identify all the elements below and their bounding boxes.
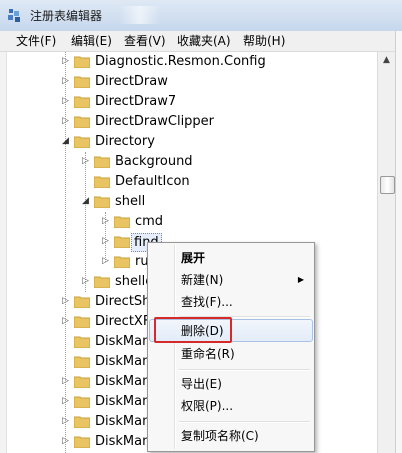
expand-icon[interactable]: ▷ bbox=[61, 317, 70, 326]
tree-item-label[interactable]: DiskMan bbox=[93, 373, 152, 390]
collapse-icon[interactable]: ◢ bbox=[61, 137, 70, 146]
menu-bar: 文件(F) 编辑(E) 查看(V) 收藏夹(A) 帮助(H) bbox=[0, 31, 402, 52]
folder-icon bbox=[74, 296, 90, 308]
expand-icon[interactable]: ▷ bbox=[61, 397, 70, 406]
vertical-scrollbar[interactable]: ▲ bbox=[377, 52, 395, 453]
expand-icon[interactable]: ▷ bbox=[101, 237, 110, 246]
folder-icon bbox=[114, 236, 130, 248]
folder-icon bbox=[74, 376, 90, 388]
menu-item-find[interactable]: 查找(F)... bbox=[150, 291, 312, 313]
folder-icon bbox=[74, 396, 90, 408]
title-bar: 注册表编辑器 bbox=[0, 0, 402, 31]
menu-item-expand[interactable]: 展开 bbox=[150, 247, 312, 269]
folder-icon bbox=[74, 436, 90, 448]
folder-icon bbox=[94, 176, 110, 188]
folder-icon bbox=[74, 416, 90, 428]
highlight-box bbox=[154, 317, 232, 343]
tree-item-label[interactable]: DiskMan bbox=[93, 413, 152, 430]
menu-item-export[interactable]: 导出(E) bbox=[150, 373, 312, 395]
tree-item-label[interactable]: DiskMan bbox=[93, 353, 152, 370]
expand-icon[interactable]: ▷ bbox=[61, 297, 70, 306]
folder-icon bbox=[74, 96, 90, 108]
folder-icon bbox=[114, 216, 130, 228]
expand-icon[interactable]: ▷ bbox=[81, 277, 90, 286]
menu-item-permissions[interactable]: 权限(P)... bbox=[150, 395, 312, 417]
menu-item-new[interactable]: 新建(N) ▶ bbox=[150, 269, 312, 291]
folder-icon bbox=[94, 156, 110, 168]
tree-item[interactable]: ▷ cmd bbox=[7, 212, 377, 232]
expand-icon[interactable]: ▷ bbox=[61, 417, 70, 426]
expand-icon bbox=[61, 357, 70, 366]
expand-icon[interactable]: ▷ bbox=[61, 57, 70, 66]
expand-icon[interactable]: ▷ bbox=[61, 437, 70, 446]
menu-separator bbox=[179, 369, 310, 371]
expand-icon[interactable]: ▷ bbox=[61, 117, 70, 126]
tree-item-label[interactable]: Background bbox=[113, 153, 195, 170]
folder-open-icon bbox=[74, 136, 90, 148]
expand-icon[interactable]: ▷ bbox=[61, 97, 70, 106]
tree-item-label[interactable]: DefaultIcon bbox=[113, 173, 192, 190]
tree-item-shell[interactable]: ◢ shell bbox=[7, 192, 377, 212]
tree-item-directory[interactable]: ◢ Directory bbox=[7, 132, 377, 152]
menu-edit[interactable]: 编辑(E) bbox=[71, 33, 112, 49]
folder-icon bbox=[114, 256, 130, 268]
expand-icon bbox=[61, 337, 70, 346]
collapse-icon[interactable]: ◢ bbox=[81, 197, 90, 206]
tree-item-label[interactable]: DiskMan bbox=[93, 393, 152, 410]
menu-file[interactable]: 文件(F) bbox=[16, 33, 56, 49]
scroll-up-icon[interactable]: ▲ bbox=[378, 52, 395, 69]
regedit-icon bbox=[8, 9, 20, 22]
expand-icon[interactable]: ▷ bbox=[61, 377, 70, 386]
window-title: 注册表编辑器 bbox=[30, 9, 103, 23]
tree-item-label[interactable]: DiskMan bbox=[93, 433, 152, 450]
folder-icon bbox=[74, 76, 90, 88]
tree-item[interactable]: ▷ DirectDrawClipper bbox=[7, 112, 377, 132]
tree-item[interactable]: ▷ Background bbox=[7, 152, 377, 172]
tree-item[interactable]: DefaultIcon bbox=[7, 172, 377, 192]
expand-icon[interactable]: ▷ bbox=[61, 77, 70, 86]
expand-icon bbox=[81, 177, 90, 186]
tree-item-label[interactable]: DirectXFi bbox=[93, 313, 155, 330]
menu-help[interactable]: 帮助(H) bbox=[243, 33, 285, 49]
folder-icon bbox=[74, 356, 90, 368]
window-right-edge bbox=[395, 31, 402, 453]
folder-icon bbox=[74, 316, 90, 328]
tree-item-label[interactable]: cmd bbox=[133, 213, 165, 230]
tree-item-label[interactable]: DirectDraw7 bbox=[93, 93, 178, 110]
folder-open-icon bbox=[94, 196, 110, 208]
expand-icon[interactable]: ▷ bbox=[101, 217, 110, 226]
context-menu: 展开 新建(N) ▶ 查找(F)... 删除(D) 重命名(R) 导出(E) 权… bbox=[147, 242, 315, 452]
tree-item[interactable]: ▷ DirectDraw bbox=[7, 72, 377, 92]
folder-icon bbox=[74, 336, 90, 348]
tree-item-label[interactable]: DirectDrawClipper bbox=[93, 113, 216, 130]
expand-icon[interactable]: ▷ bbox=[81, 157, 90, 166]
tree-item-label[interactable]: DiskMan bbox=[93, 333, 152, 350]
folder-icon bbox=[94, 276, 110, 288]
menu-favorites[interactable]: 收藏夹(A) bbox=[177, 33, 231, 49]
scroll-thumb[interactable] bbox=[380, 176, 395, 194]
menu-view[interactable]: 查看(V) bbox=[124, 33, 166, 49]
menu-item-rename[interactable]: 重命名(R) bbox=[150, 343, 312, 365]
tree-left-margin bbox=[0, 52, 7, 453]
folder-icon bbox=[74, 116, 90, 128]
tree-item[interactable]: ▷ Diagnostic.Resmon.Config bbox=[7, 52, 377, 72]
tree-item[interactable]: ▷ DirectDraw7 bbox=[7, 92, 377, 112]
folder-icon bbox=[74, 56, 90, 68]
menu-separator bbox=[179, 421, 310, 423]
expand-icon[interactable]: ▷ bbox=[101, 257, 110, 266]
submenu-arrow-icon: ▶ bbox=[297, 275, 304, 284]
tree-item-label[interactable]: DirectDraw bbox=[93, 73, 170, 90]
tree-item-label[interactable]: shell bbox=[113, 193, 147, 210]
tree-item-label[interactable]: Directory bbox=[93, 133, 157, 150]
menu-item-copy-key-name[interactable]: 复制项名称(C) bbox=[150, 425, 312, 447]
tree-item-label[interactable]: Diagnostic.Resmon.Config bbox=[93, 53, 268, 70]
